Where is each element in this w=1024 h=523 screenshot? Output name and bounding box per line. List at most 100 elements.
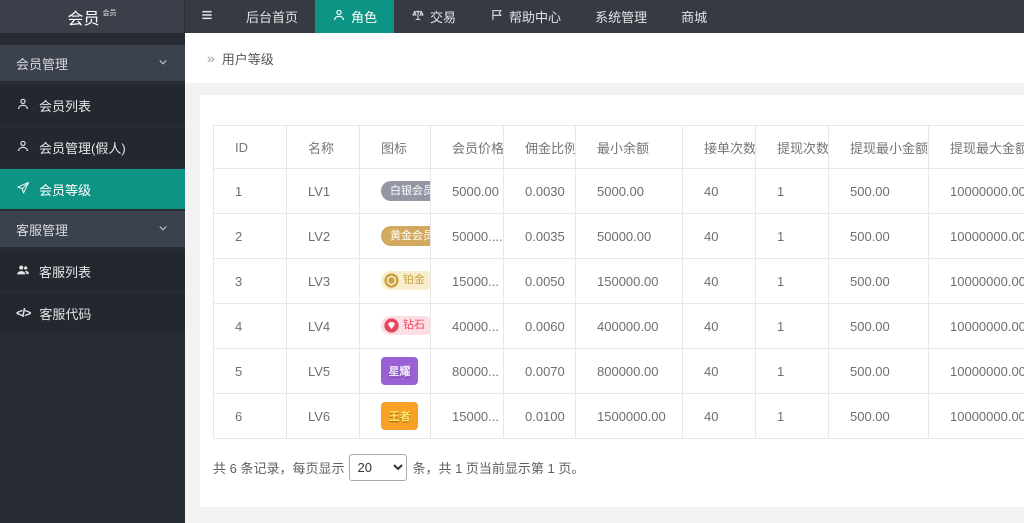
- sidebar-item-member-management-fake[interactable]: 会员管理(假人): [0, 127, 185, 167]
- cell-min-balance: 1500000.00: [575, 393, 683, 439]
- cell-withdraw-max: 10000000.00: [928, 303, 1024, 349]
- cell-ratio: 0.0050: [503, 258, 576, 304]
- column-header-id: ID: [213, 125, 287, 169]
- level-badge-label: 钻石: [403, 318, 425, 331]
- sidebar: 会员管理 会员列表 会员管理(假人) 会员等级 客服管理 客服列表 </> 客服…: [0, 33, 185, 523]
- chevron-down-icon: [157, 222, 169, 237]
- column-header-withdraw-min: 提现最小金额: [828, 125, 929, 169]
- sidebar-group-label: 客服管理: [16, 222, 69, 238]
- column-header-ratio: 佣金比例: [503, 125, 576, 169]
- cell-ratio: 0.0070: [503, 348, 576, 394]
- sidebar-item-label: 客服列表: [39, 264, 92, 280]
- user-icon: [332, 8, 346, 25]
- nav-item-label: 后台首页: [246, 10, 299, 25]
- cell-price: 5000.00: [430, 168, 504, 214]
- cell-withdraw-max: 10000000.00: [928, 348, 1024, 394]
- cell-icon: 铂金: [359, 258, 431, 304]
- level-badge-diamond: 钻石: [381, 315, 430, 336]
- sidebar-toggle-button[interactable]: [185, 0, 229, 33]
- users-icon: [16, 263, 30, 280]
- sidebar-group-member-management[interactable]: 会员管理: [0, 45, 185, 81]
- breadcrumb-marker-icon: »: [207, 50, 215, 66]
- cell-withdraw-count: 1: [755, 258, 829, 304]
- table-row: 5 LV5 星耀 80000... 0.0070 800000.00 40 1 …: [213, 348, 1024, 394]
- cell-withdraw-min: 500.00: [828, 348, 929, 394]
- cell-order-count: 40: [682, 168, 756, 214]
- cell-withdraw-count: 1: [755, 303, 829, 349]
- pagination-text-after: 条，共 1 页当前显示第 1 页。: [412, 461, 585, 476]
- cell-name: LV3: [286, 258, 360, 304]
- top-nav: 后台首页 角色 交易 帮助中心 系统管理 商城: [185, 0, 1024, 33]
- column-header-order-count: 接单次数: [682, 125, 756, 169]
- cell-order-count: 40: [682, 258, 756, 304]
- nav-item-help-center[interactable]: 帮助中心: [473, 0, 578, 33]
- cell-withdraw-count: 1: [755, 348, 829, 394]
- table-row: 4 LV4 钻石 40000... 0.0060 400000.00 40 1 …: [213, 303, 1024, 349]
- nav-item-label: 系统管理: [595, 10, 648, 25]
- cell-name: LV4: [286, 303, 360, 349]
- cell-name: LV2: [286, 213, 360, 259]
- sidebar-item-label: 会员列表: [39, 98, 92, 114]
- cell-order-count: 40: [682, 213, 756, 259]
- cell-price: 15000...: [430, 258, 504, 304]
- sidebar-item-label: 会员管理(假人): [39, 140, 126, 156]
- sidebar-item-member-level[interactable]: 会员等级: [0, 169, 185, 209]
- cell-icon: 王者: [359, 393, 431, 439]
- chevron-down-icon: [157, 56, 169, 71]
- pagination: 共 6 条记录，每页显示 20 条，共 1 页当前显示第 1 页。: [213, 454, 1024, 481]
- menu-icon: [200, 8, 214, 25]
- cell-id: 4: [213, 303, 287, 349]
- cell-name: LV1: [286, 168, 360, 214]
- user-icon: [16, 97, 30, 114]
- cell-ratio: 0.0100: [503, 393, 576, 439]
- sidebar-item-member-list[interactable]: 会员列表: [0, 85, 185, 125]
- column-header-name: 名称: [286, 125, 360, 169]
- cell-id: 6: [213, 393, 287, 439]
- cell-price: 40000...: [430, 303, 504, 349]
- cell-min-balance: 800000.00: [575, 348, 683, 394]
- cell-price: 15000...: [430, 393, 504, 439]
- cell-icon: 黄金会员: [359, 213, 431, 259]
- sidebar-item-service-code[interactable]: </> 客服代码: [0, 293, 185, 333]
- column-header-withdraw-max: 提现最大金额: [928, 125, 1024, 169]
- brand-logo[interactable]: 会员 会员: [0, 0, 185, 33]
- nav-item-system[interactable]: 系统管理: [578, 0, 664, 33]
- level-badge-platinum: 铂金: [381, 270, 430, 291]
- table-header-row: ID 名称 图标 会员价格 佣金比例 最小余额 接单次数 提现次数 提现最小金额…: [213, 125, 1024, 169]
- sidebar-item-service-list[interactable]: 客服列表: [0, 251, 185, 291]
- cell-withdraw-min: 500.00: [828, 303, 929, 349]
- cell-ratio: 0.0060: [503, 303, 576, 349]
- nav-item-roles[interactable]: 角色: [315, 0, 395, 33]
- nav-item-dashboard[interactable]: 后台首页: [229, 0, 315, 33]
- page-title: 用户等级: [221, 51, 274, 67]
- table-row: 1 LV1 白银会员 5000.00 0.0030 5000.00 40 1 5…: [213, 168, 1024, 214]
- cell-withdraw-max: 10000000.00: [928, 213, 1024, 259]
- coin-icon: [384, 273, 399, 288]
- cell-withdraw-count: 1: [755, 213, 829, 259]
- main-content: » 用户等级 ID 名称 图标 会员价格 佣金比例 最小余额 接单次数 提现次数…: [185, 33, 1024, 523]
- column-header-withdraw-count: 提现次数: [755, 125, 829, 169]
- cell-withdraw-max: 10000000.00: [928, 393, 1024, 439]
- cell-id: 1: [213, 168, 287, 214]
- column-header-price: 会员价格: [430, 125, 504, 169]
- nav-item-label: 帮助中心: [509, 10, 562, 25]
- cell-name: LV6: [286, 393, 360, 439]
- cell-min-balance: 50000.00: [575, 213, 683, 259]
- column-header-min-balance: 最小余额: [575, 125, 683, 169]
- sidebar-item-label: 会员等级: [39, 182, 92, 198]
- nav-item-trade[interactable]: 交易: [394, 0, 473, 33]
- brand-superscript: 会员: [102, 9, 117, 17]
- cell-withdraw-min: 500.00: [828, 168, 929, 214]
- cell-id: 2: [213, 213, 287, 259]
- brand-name: 会员: [67, 10, 100, 28]
- table-wrap: ID 名称 图标 会员价格 佣金比例 最小余额 接单次数 提现次数 提现最小金额…: [213, 125, 1024, 439]
- table-card: ID 名称 图标 会员价格 佣金比例 最小余额 接单次数 提现次数 提现最小金额…: [200, 95, 1024, 507]
- cell-withdraw-min: 500.00: [828, 393, 929, 439]
- cell-ratio: 0.0035: [503, 213, 576, 259]
- nav-item-mall[interactable]: 商城: [664, 0, 724, 33]
- page-size-select[interactable]: 20: [349, 454, 408, 481]
- user-icon: [16, 139, 30, 156]
- sidebar-group-service-management[interactable]: 客服管理: [0, 211, 185, 247]
- cell-id: 5: [213, 348, 287, 394]
- cell-min-balance: 5000.00: [575, 168, 683, 214]
